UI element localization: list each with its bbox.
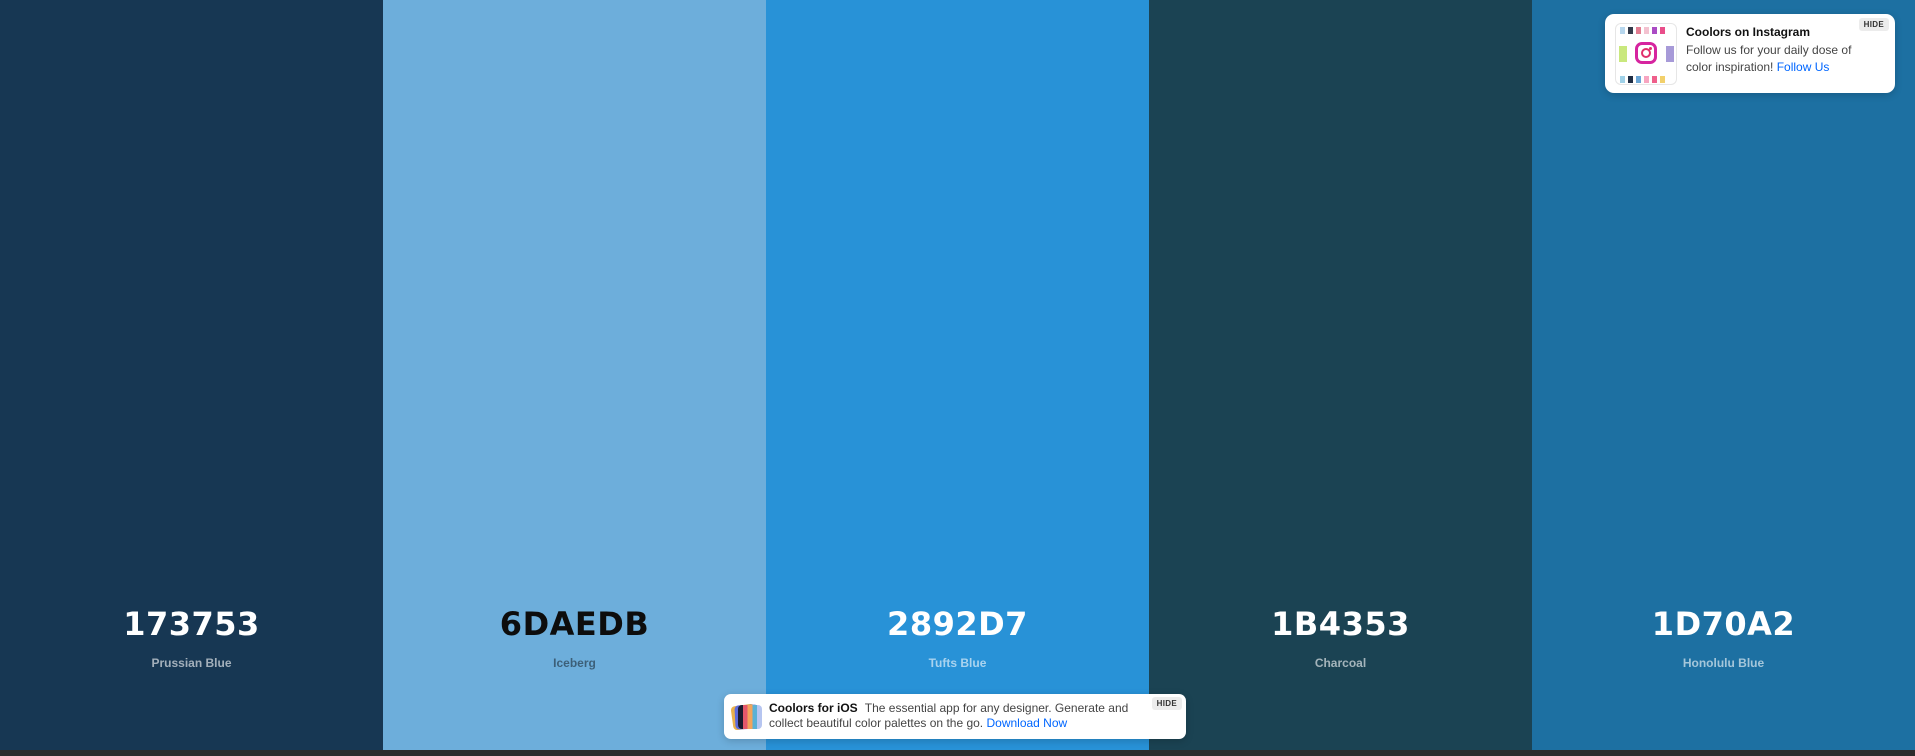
color-swatch-3[interactable]: 2892D7 Tufts Blue [766, 0, 1149, 750]
color-name: Iceberg [553, 656, 596, 670]
color-name: Prussian Blue [151, 656, 232, 670]
color-swatch-4[interactable]: 1B4353 Charcoal [1149, 0, 1532, 750]
toast-title: Coolors on Instagram [1686, 25, 1811, 39]
instagram-thumbnail [1615, 23, 1677, 85]
coolors-app-icon [730, 703, 762, 731]
ios-app-toast: Coolors for iOS The essential app for an… [724, 694, 1186, 739]
color-name: Tufts Blue [928, 656, 987, 670]
hex-code[interactable]: 1B4353 [1149, 605, 1532, 643]
hex-code[interactable]: 173753 [0, 605, 383, 643]
color-swatch-2[interactable]: 6DAEDB Iceberg [383, 0, 766, 750]
toast-title: Coolors for iOS [769, 701, 858, 715]
download-now-link[interactable]: Download Now [986, 716, 1067, 730]
toast-body: Coolors for iOS The essential app for an… [769, 701, 1149, 731]
hex-code[interactable]: 1D70A2 [1532, 605, 1915, 643]
hex-code[interactable]: 6DAEDB [383, 605, 766, 643]
color-swatch-5[interactable]: 1D70A2 Honolulu Blue [1532, 0, 1915, 750]
toast-body: Follow us for your daily dose of color i… [1686, 42, 1876, 76]
color-swatch-1[interactable]: 173753 Prussian Blue [0, 0, 383, 750]
bottom-bar [0, 750, 1915, 756]
instagram-toast: Coolors on Instagram Follow us for your … [1605, 14, 1895, 93]
hide-button[interactable]: HIDE [1151, 697, 1182, 710]
color-name: Charcoal [1314, 656, 1367, 670]
hide-button[interactable]: HIDE [1858, 18, 1889, 31]
hex-code[interactable]: 2892D7 [766, 605, 1149, 643]
follow-us-link[interactable]: Follow Us [1777, 60, 1830, 74]
color-palette: 173753 Prussian Blue 6DAEDB Iceberg 2892… [0, 0, 1915, 750]
instagram-icon [1635, 42, 1657, 64]
color-name: Honolulu Blue [1682, 656, 1765, 670]
